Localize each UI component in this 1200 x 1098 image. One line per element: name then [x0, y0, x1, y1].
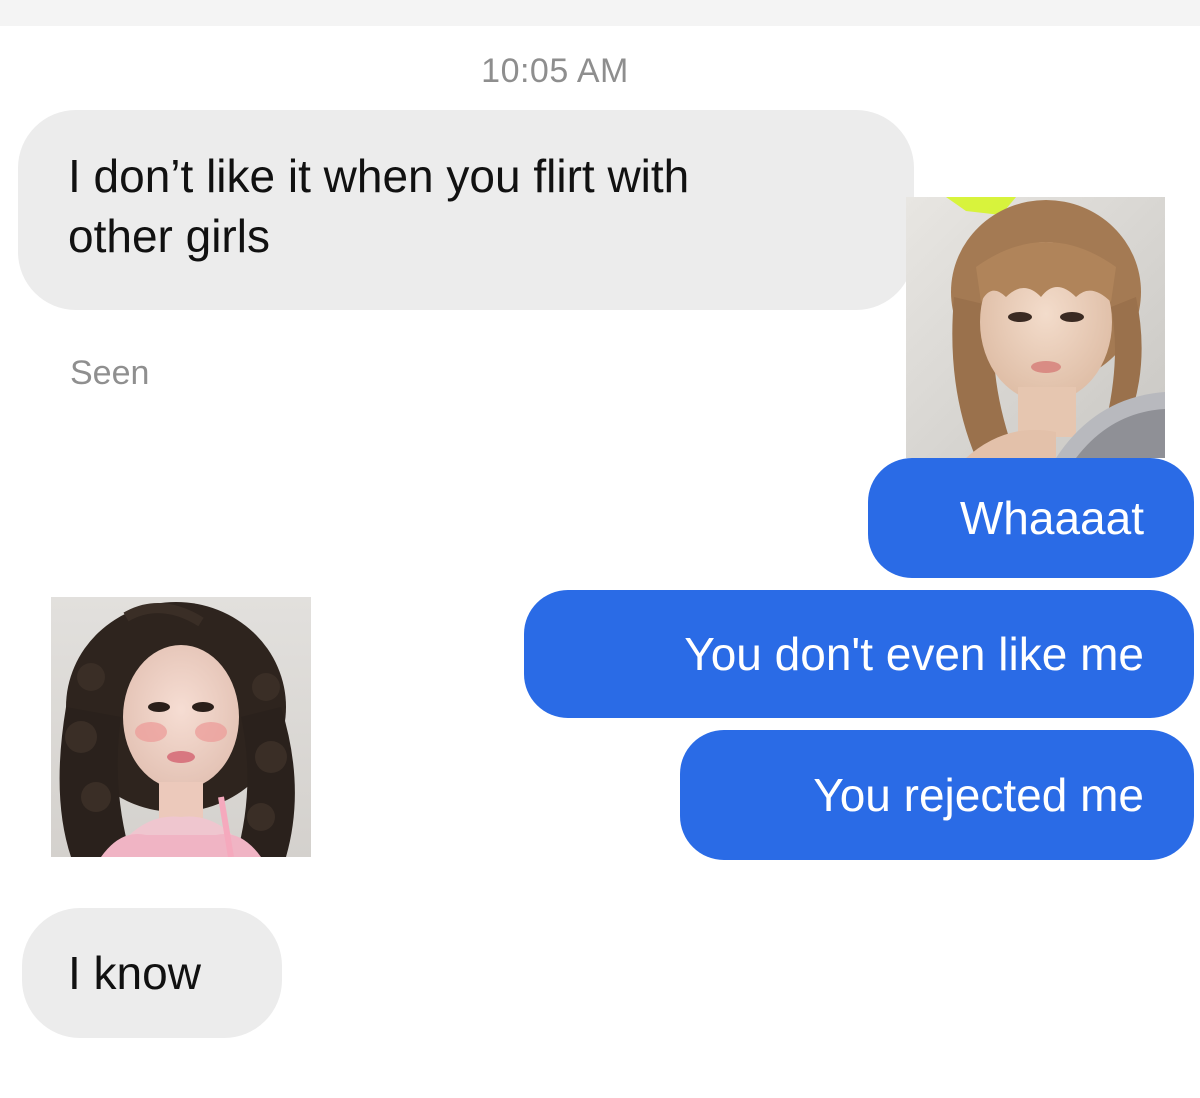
received-message-bubble[interactable]: I know — [22, 908, 282, 1038]
read-receipt: Seen — [70, 354, 150, 392]
chat-screen: 10:05 AM I don’t like it when you flirt … — [0, 0, 1200, 1098]
message-timestamp: 10:05 AM — [481, 52, 629, 90]
received-message-bubble[interactable]: I don’t like it when you flirt with othe… — [18, 110, 914, 310]
message-text-line-2: other girls — [68, 210, 270, 262]
photo-dark-curly-hair — [51, 597, 311, 857]
sent-message-bubble[interactable]: You don't even like me — [524, 590, 1194, 718]
top-bar — [0, 0, 1200, 26]
message-text: I know — [68, 947, 201, 999]
sent-message-bubble[interactable]: Whaaaat — [868, 458, 1194, 578]
message-text: Whaaaat — [959, 492, 1144, 544]
message-text-line-1: I don’t like it when you flirt with — [68, 150, 690, 202]
message-text: You don't even like me — [684, 628, 1144, 680]
photo-light-brown-hair-bangs — [906, 197, 1165, 458]
sent-message-bubble[interactable]: You rejected me — [680, 730, 1194, 860]
message-text: You rejected me — [813, 769, 1144, 821]
